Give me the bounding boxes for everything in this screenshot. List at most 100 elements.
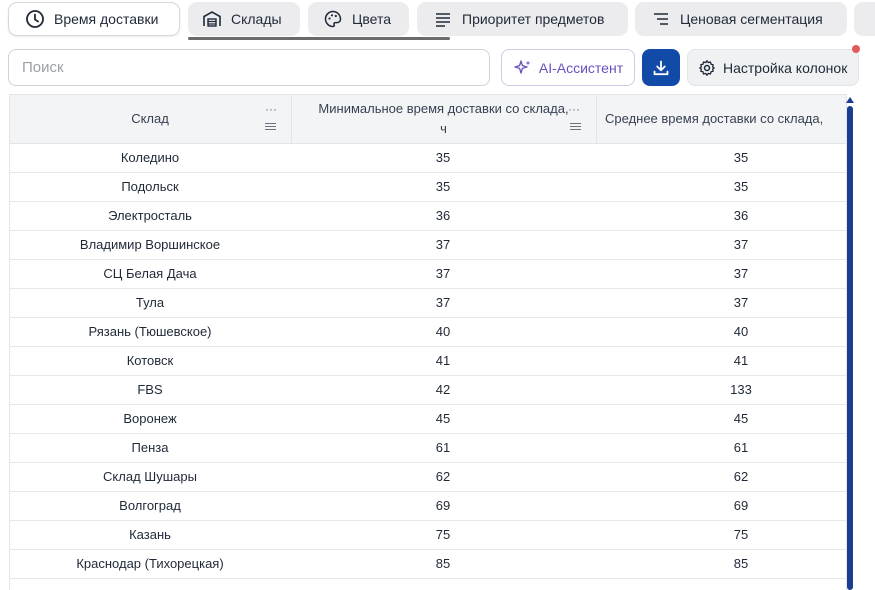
tab-label: Цвета	[352, 11, 391, 27]
download-button[interactable]	[642, 49, 680, 86]
table-row[interactable]: Волгоград 69 69	[10, 492, 846, 521]
tab-item-priority[interactable]: Приоритет предметов	[417, 2, 628, 36]
table-row[interactable]: Воронеж 45 45	[10, 405, 846, 434]
tab-scroll-indicator[interactable]	[188, 37, 450, 40]
tab-label: Время доставки	[54, 11, 159, 27]
cell-warehouse: Котовск	[126, 353, 174, 368]
column-header-avg-delivery-time[interactable]: Среднее время доставки со склада,	[596, 95, 846, 143]
vertical-scrollbar[interactable]	[847, 106, 853, 590]
clock-icon	[25, 9, 45, 29]
table-row[interactable]: Владимир Воршинское 37 37	[10, 231, 846, 260]
column-settings-label: Настройка колонок	[723, 59, 848, 76]
tab-delivery-time[interactable]: Время доставки	[8, 2, 180, 36]
cell-avg-delivery-time: 133	[730, 382, 752, 397]
table-row[interactable]: Тула 37 37	[10, 289, 846, 318]
cell-avg-delivery-time: 45	[733, 411, 749, 426]
column-header-label: Среднее время доставки со склада,	[605, 111, 824, 126]
table-header: Склад ··· Минимальное время доставки со …	[10, 95, 846, 144]
cell-min-delivery-time: 37	[435, 237, 451, 252]
column-filter-icon[interactable]	[570, 123, 581, 131]
table-row[interactable]: Краснодар (Тихорецкая) 85 85	[10, 550, 846, 579]
cell-avg-delivery-time: 69	[733, 498, 749, 513]
cell-avg-delivery-time: 62	[733, 469, 749, 484]
table-row[interactable]: СЦ Белая Дача 37 37	[10, 260, 846, 289]
cell-min-delivery-time: 62	[435, 469, 451, 484]
table-row[interactable]: Пенза 61 61	[10, 434, 846, 463]
sort-lines-icon	[651, 9, 671, 29]
notification-dot	[852, 45, 860, 53]
table-row[interactable]: Электросталь 36 36	[10, 202, 846, 231]
table-row[interactable]: Рязань (Тюшевское) 40 40	[10, 318, 846, 347]
cell-avg-delivery-time: 37	[733, 295, 749, 310]
cell-warehouse: Рязань (Тюшевское)	[88, 324, 212, 339]
tab-warehouses[interactable]: Склады	[188, 2, 300, 36]
tab-label: Ценовая сегментация	[680, 11, 823, 27]
cell-min-delivery-time: 40	[435, 324, 451, 339]
cell-min-delivery-time: 35	[435, 179, 451, 194]
search-input[interactable]	[8, 49, 490, 86]
table-body: Коледино 35 35 Подольск 35 35 Электросталь 36 36…	[10, 144, 846, 579]
cell-avg-delivery-time: 61	[733, 440, 749, 455]
cell-warehouse: Волгоград	[119, 498, 181, 513]
table-row[interactable]: Подольск 35 35	[10, 173, 846, 202]
column-header-label: Склад	[131, 111, 169, 126]
column-options-icon[interactable]: ···	[265, 99, 277, 119]
cell-avg-delivery-time: 35	[733, 150, 749, 165]
cell-warehouse: Склад Шушары	[103, 469, 197, 484]
cell-min-delivery-time: 85	[435, 556, 451, 571]
column-settings-button[interactable]: Настройка колонок	[687, 49, 859, 86]
cell-avg-delivery-time: 40	[733, 324, 749, 339]
cell-min-delivery-time: 42	[435, 382, 451, 397]
table-row[interactable]: Коледино 35 35	[10, 144, 846, 173]
tab-label: Склады	[231, 11, 282, 27]
cell-min-delivery-time: 37	[435, 295, 451, 310]
tab-bar: Время доставки Склады Цвета Приоритет пр…	[0, 0, 875, 40]
cell-avg-delivery-time: 37	[733, 237, 749, 252]
column-options-icon[interactable]: ···	[568, 99, 580, 119]
cell-warehouse: СЦ Белая Дача	[103, 266, 197, 281]
cell-avg-delivery-time: 37	[733, 266, 749, 281]
warehouse-icon	[202, 9, 222, 29]
ai-assistant-button[interactable]: AI-Ассистент	[501, 49, 635, 86]
table-row[interactable]: Казань 75 75	[10, 521, 846, 550]
cell-warehouse: Владимир Воршинское	[79, 237, 221, 252]
cell-warehouse: Тула	[135, 295, 165, 310]
data-grid: Склад ··· Минимальное время доставки со …	[9, 94, 847, 590]
cell-min-delivery-time: 41	[435, 353, 451, 368]
cell-avg-delivery-time: 85	[733, 556, 749, 571]
download-icon	[652, 59, 670, 77]
cell-warehouse: Подольск	[121, 179, 179, 194]
tab-price-segmentation[interactable]: Ценовая сегментация	[635, 2, 847, 36]
column-header-min-delivery-time[interactable]: Минимальное время доставки со склада, ч …	[291, 95, 595, 143]
cell-warehouse: Воронеж	[123, 411, 177, 426]
cell-min-delivery-time: 35	[435, 150, 451, 165]
cell-avg-delivery-time: 75	[733, 527, 749, 542]
cell-warehouse: Коледино	[120, 150, 180, 165]
scroll-up-arrow-icon[interactable]	[846, 97, 854, 103]
cell-warehouse: FBS	[137, 382, 163, 397]
table-row[interactable]: Склад Шушары 62 62	[10, 463, 846, 492]
cell-warehouse: Краснодар (Тихорецкая)	[76, 556, 224, 571]
tab-colors[interactable]: Цвета	[308, 2, 409, 36]
column-filter-icon[interactable]	[265, 123, 276, 131]
lines-icon	[433, 9, 453, 29]
cell-min-delivery-time: 45	[435, 411, 451, 426]
cell-avg-delivery-time: 41	[733, 353, 749, 368]
column-header-warehouse[interactable]: Склад ···	[10, 95, 290, 143]
cell-avg-delivery-time: 35	[733, 179, 749, 194]
cell-min-delivery-time: 61	[435, 440, 451, 455]
sparkle-icon	[513, 58, 533, 78]
cell-min-delivery-time: 36	[435, 208, 451, 223]
gear-icon	[698, 59, 716, 77]
palette-icon	[323, 9, 343, 29]
cell-warehouse: Пенза	[131, 440, 169, 455]
tab-label: Приоритет предметов	[462, 11, 605, 27]
table-row[interactable]: Котовск 41 41	[10, 347, 846, 376]
table-row[interactable]: FBS 42 133	[10, 376, 846, 405]
cell-min-delivery-time: 69	[435, 498, 451, 513]
column-header-label: Минимальное время доставки со склада, ч	[318, 101, 569, 136]
cell-warehouse: Казань	[129, 527, 171, 542]
tab-overflow[interactable]	[854, 2, 875, 36]
cell-avg-delivery-time: 36	[733, 208, 749, 223]
cell-min-delivery-time: 75	[435, 527, 451, 542]
